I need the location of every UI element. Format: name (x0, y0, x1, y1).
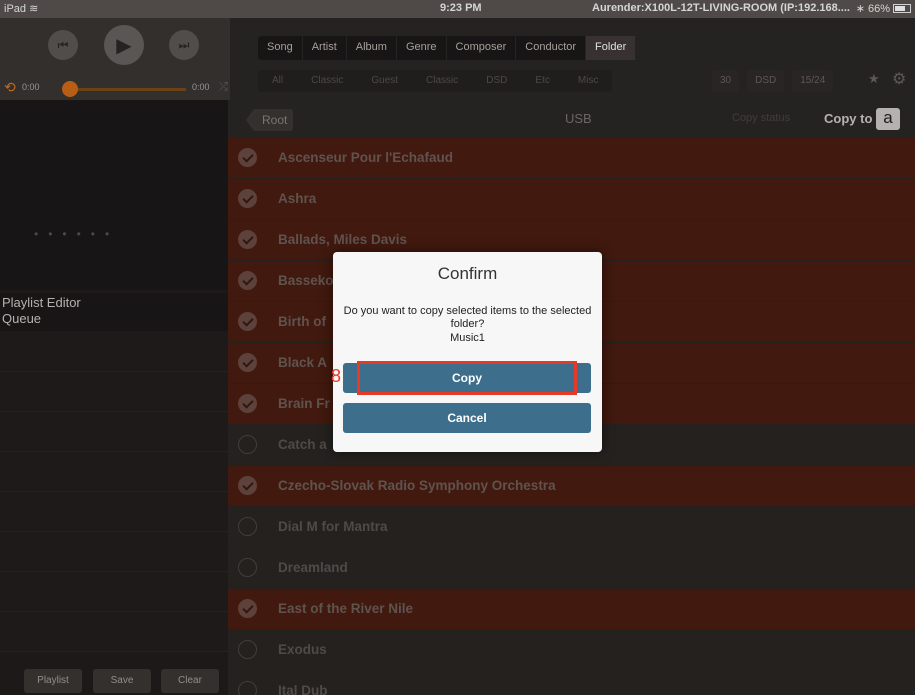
step-highlight-box (357, 361, 577, 395)
dialog-message: Do you want to copy selected items to th… (343, 305, 592, 330)
confirm-dialog: Confirm Do you want to copy selected ite… (333, 252, 602, 452)
dialog-title: Confirm (437, 264, 498, 283)
dialog-folder-name: Music1 (450, 332, 485, 344)
step-number: 8 (331, 366, 342, 386)
cancel-button[interactable]: Cancel (343, 403, 591, 433)
app-window: iPad ≋ 9:23 PM Aurender:X100L-12T-LIVING… (0, 0, 915, 695)
